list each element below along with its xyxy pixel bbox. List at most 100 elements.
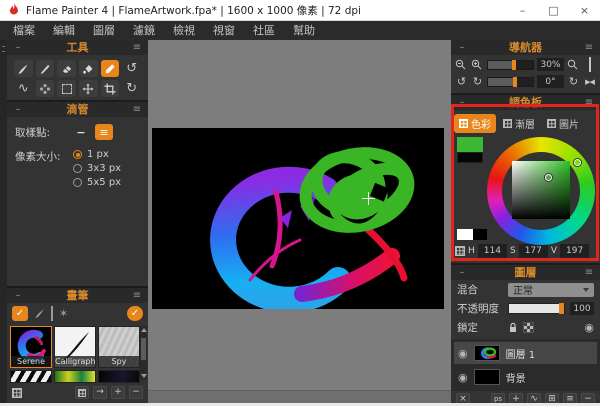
blend-mode-dropdown[interactable]: 正常 (508, 283, 594, 297)
palette-grid-icon[interactable] (455, 246, 465, 256)
menu-help[interactable]: 幫助 (284, 21, 324, 40)
layer-visibility-icon[interactable]: ◉ (458, 348, 468, 359)
panel-menu-icon[interactable]: ≡ (131, 102, 143, 117)
grid-view-button[interactable] (75, 386, 89, 399)
add-brush-button[interactable]: + (111, 386, 125, 399)
panel-dock-strip[interactable] (0, 40, 7, 403)
lock-icon[interactable] (508, 322, 518, 333)
collapse-icon[interactable]: – (12, 40, 24, 55)
panel-menu-icon[interactable]: ≡ (131, 40, 143, 55)
rotate-cw-icon[interactable]: ↻ (471, 76, 484, 88)
brush-item-calligraphy[interactable]: Calligraphy (54, 326, 96, 368)
zoom-slider-handle[interactable] (512, 60, 516, 70)
rotation-value[interactable]: 0° (537, 75, 564, 88)
lock-transparency-icon[interactable] (523, 322, 534, 333)
fit-screen-icon[interactable] (583, 59, 596, 71)
tab-color[interactable]: 色彩 (454, 114, 496, 133)
remove-brush-button[interactable]: − (129, 386, 143, 399)
white-swatch[interactable] (457, 229, 473, 240)
merge-down-button[interactable]: ≡ (563, 393, 577, 403)
import-brush-button[interactable]: → (93, 386, 107, 399)
menu-window[interactable]: 視窗 (204, 21, 244, 40)
hue-wheel[interactable] (487, 137, 595, 245)
s-value[interactable]: 177 (519, 244, 548, 258)
menu-view[interactable]: 檢視 (164, 21, 204, 40)
panel-menu-icon[interactable]: ≡ (583, 265, 595, 280)
sv-marker[interactable] (545, 174, 552, 181)
brush-item-partial[interactable] (10, 370, 52, 383)
flame-brush-tool[interactable] (14, 60, 33, 77)
zoom-out-icon[interactable] (455, 59, 468, 70)
pixel-size-option-1px[interactable]: 1 px (73, 149, 121, 160)
menu-filter[interactable]: 濾鏡 (124, 21, 164, 40)
new-layer-button[interactable]: + (509, 393, 523, 403)
eyedropper-tool[interactable] (101, 60, 120, 77)
hue-marker[interactable] (574, 159, 581, 166)
layer-row-layer1[interactable]: ◉ 圖層 1 (454, 342, 597, 364)
opacity-value[interactable]: 100 (570, 302, 594, 315)
scrollbar-thumb[interactable] (141, 338, 146, 360)
sample-list-button[interactable]: ≡ (95, 124, 113, 140)
brush-list-scrollbar[interactable] (140, 326, 147, 380)
export-ps-button[interactable]: ps (491, 393, 505, 403)
scroll-up-icon[interactable] (141, 328, 147, 332)
eye-icon[interactable]: ◉ (584, 322, 594, 333)
rotation-slider-handle[interactable] (513, 77, 517, 87)
brush-item-partial[interactable] (54, 370, 96, 383)
flame-brush-type-icon[interactable] (34, 308, 45, 319)
remove-layer-button[interactable]: − (581, 393, 595, 403)
undo-icon[interactable]: ↺ (122, 60, 141, 77)
menu-community[interactable]: 社區 (244, 21, 284, 40)
move-tool[interactable] (79, 80, 98, 97)
scroll-down-icon[interactable] (141, 374, 147, 378)
fill-bucket-tool[interactable] (79, 60, 98, 77)
opacity-slider-handle[interactable] (559, 303, 564, 314)
sample-minus-button[interactable]: − (73, 126, 89, 139)
saturation-value-square[interactable] (512, 161, 570, 219)
v-value[interactable]: 197 (560, 244, 589, 258)
layer-visibility-icon[interactable]: ◉ (458, 372, 468, 383)
secondary-color-swatch[interactable] (457, 152, 483, 163)
collapse-icon[interactable]: – (12, 288, 24, 303)
brush-item-partial[interactable] (98, 370, 140, 383)
tab-image[interactable]: 圖片 (542, 114, 584, 133)
menu-layer[interactable]: 圖層 (84, 21, 124, 40)
pixel-size-option-5x5[interactable]: 5x5 px (73, 177, 121, 188)
menu-edit[interactable]: 編輯 (44, 21, 84, 40)
select-tool[interactable] (57, 80, 76, 97)
brush-favorites-button[interactable]: ✓ (127, 306, 143, 321)
tab-gradient[interactable]: 漸層 (498, 114, 540, 133)
pencil-tool[interactable] (36, 60, 55, 77)
panel-menu-icon[interactable]: ≡ (583, 95, 595, 110)
pixel-size-option-3x3[interactable]: 3x3 px (73, 163, 121, 174)
menu-file[interactable]: 檔案 (4, 21, 44, 40)
brush-item-serene[interactable]: Serene (10, 326, 52, 368)
wave-mode-icon[interactable]: ∿ (14, 80, 33, 97)
zoom-value[interactable]: 30% (537, 58, 564, 71)
h-value[interactable]: 114 (478, 244, 507, 258)
redo-icon[interactable]: ↻ (122, 80, 141, 97)
canvas[interactable] (152, 128, 444, 309)
delete-layer-button[interactable]: × (456, 393, 470, 403)
sparkle-brush-type-icon[interactable]: ✶ (59, 307, 68, 320)
particle-brush-type-icon[interactable] (51, 307, 53, 320)
zoom-in-icon[interactable] (471, 59, 484, 70)
collapse-icon[interactable]: – (456, 40, 468, 55)
magnifier-icon[interactable] (567, 59, 580, 70)
brush-filter-all-button[interactable]: ✓ (12, 306, 28, 321)
collapse-icon[interactable]: – (456, 265, 468, 280)
eraser-tool[interactable] (57, 60, 76, 77)
mixer-tool[interactable] (36, 80, 55, 97)
thumbnail-view-icon[interactable] (12, 388, 22, 398)
duplicate-layer-button[interactable]: ⊞ (545, 393, 559, 403)
new-vector-layer-button[interactable]: ∿ (527, 393, 541, 403)
layer-row-background[interactable]: ◉ 背景 (454, 366, 597, 388)
rotation-slider[interactable] (487, 77, 534, 87)
zoom-slider[interactable] (487, 60, 534, 70)
collapse-icon[interactable]: – (456, 95, 468, 110)
minimize-button[interactable]: – (507, 0, 538, 20)
maximize-button[interactable]: □ (538, 0, 569, 20)
crop-tool[interactable] (101, 80, 120, 97)
panel-menu-icon[interactable]: ≡ (131, 288, 143, 303)
brush-item-spy[interactable]: Spy (98, 326, 140, 368)
